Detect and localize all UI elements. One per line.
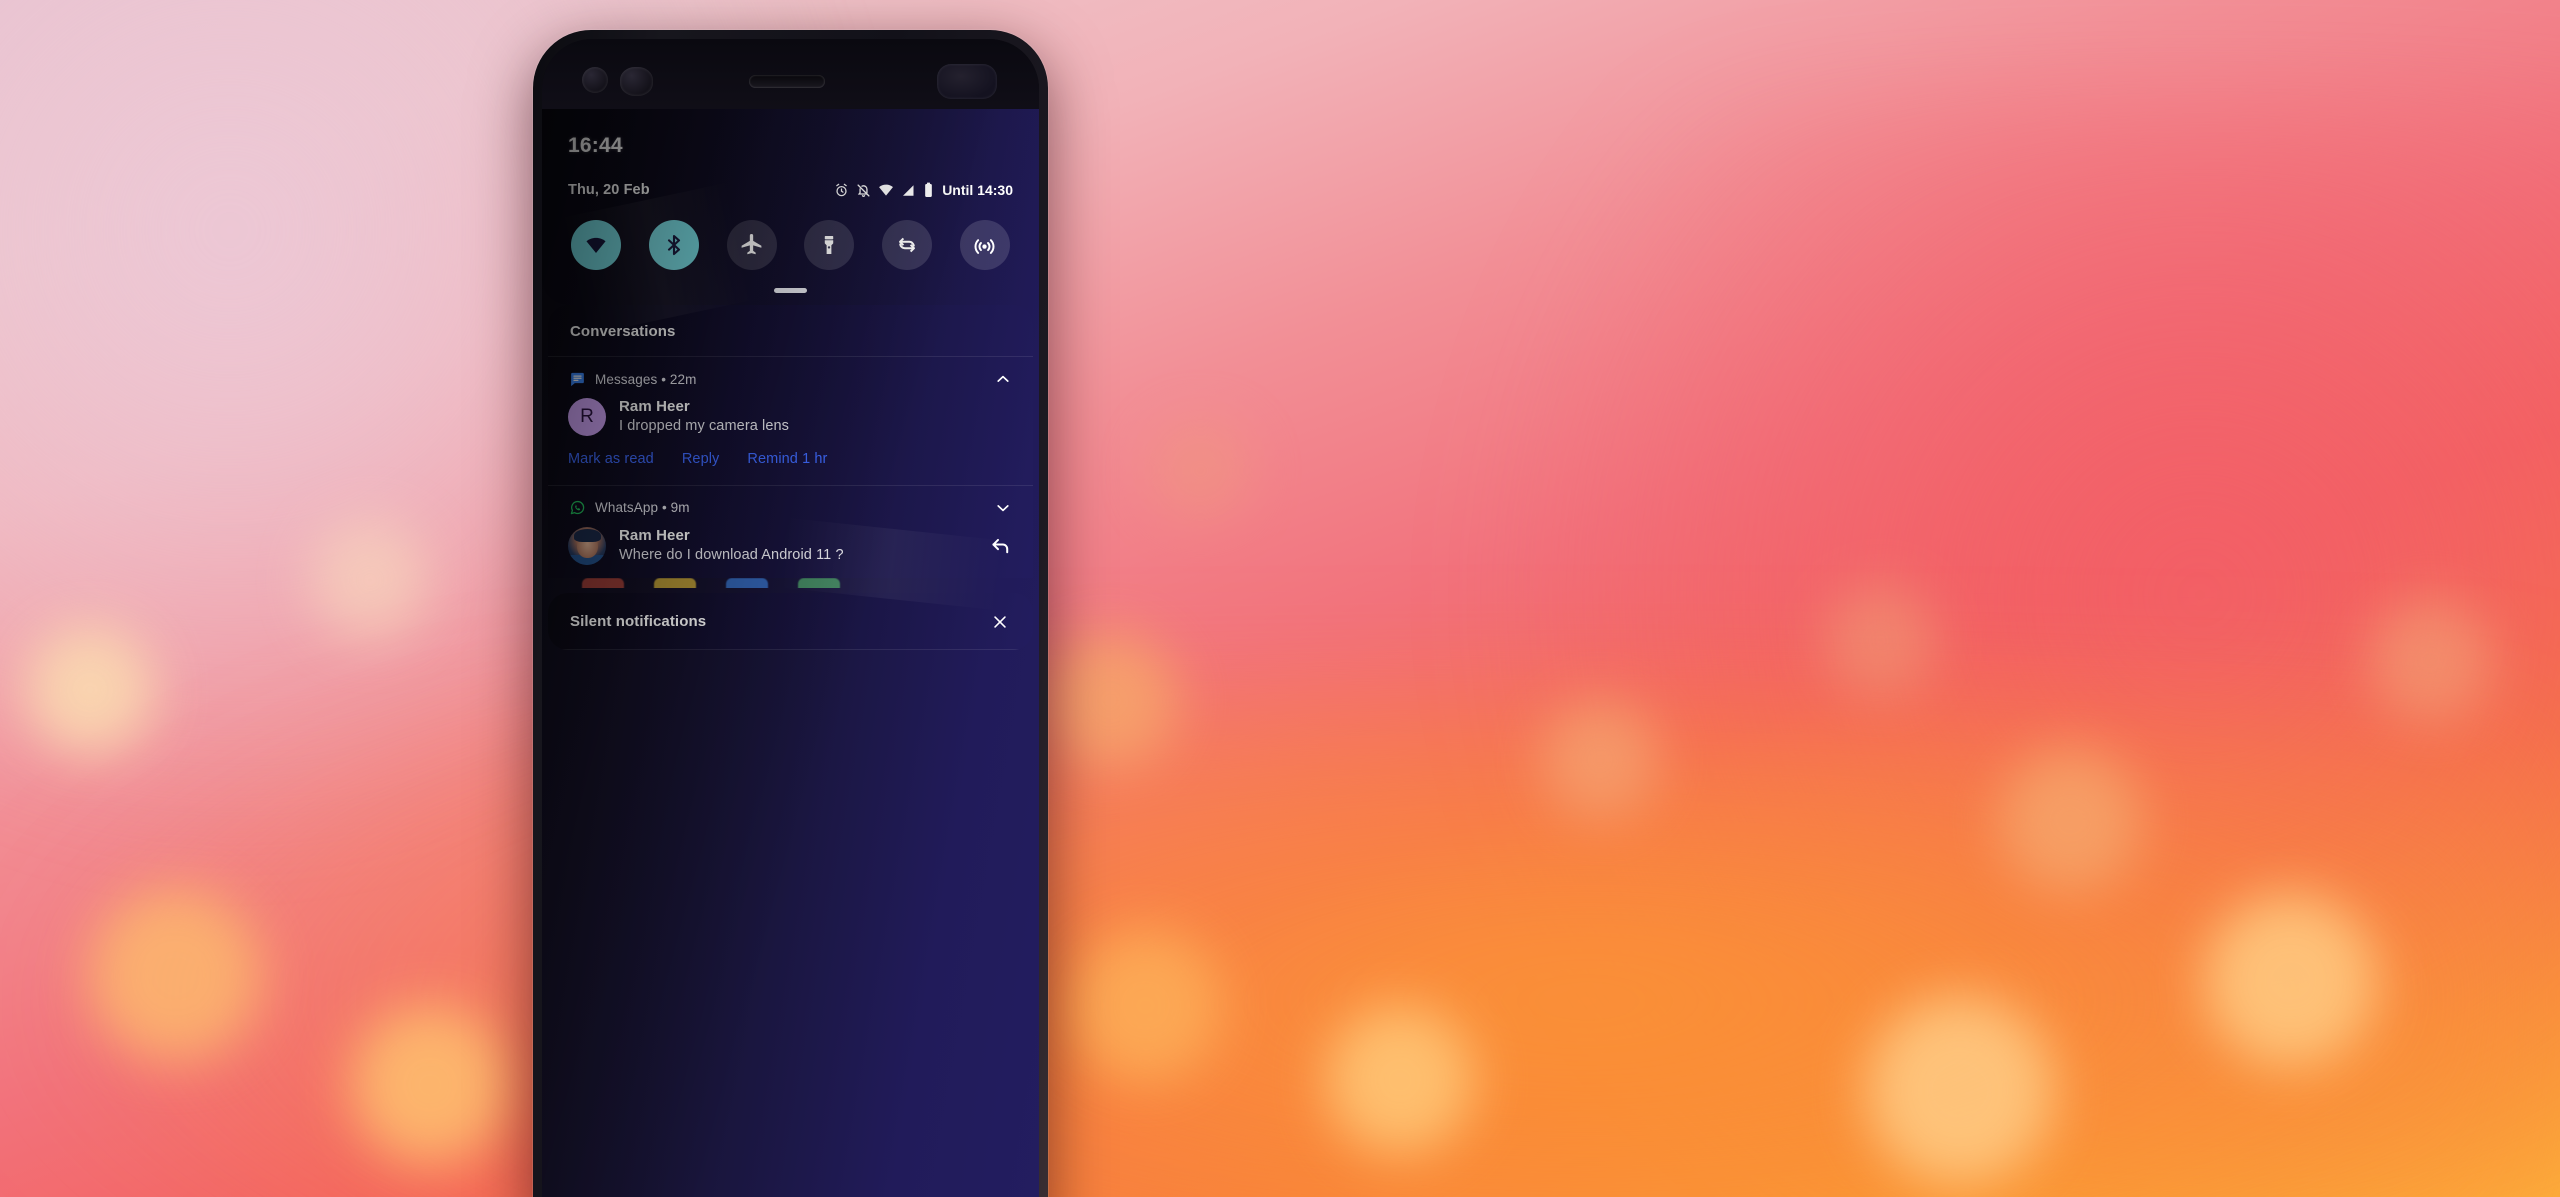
autorotate-icon xyxy=(899,237,916,253)
messages-icon xyxy=(568,370,586,388)
bluetooth-icon xyxy=(667,234,680,256)
silent-notifications-label: Silent notifications xyxy=(570,613,707,631)
wifi-icon xyxy=(586,237,606,254)
messages-body-text: I dropped my camera lens xyxy=(619,418,790,435)
whatsapp-time: 9m xyxy=(670,500,690,516)
remind-action[interactable]: Remind 1 hr xyxy=(747,451,827,467)
card-gap xyxy=(548,588,1033,593)
earpiece-speaker-icon xyxy=(749,75,825,88)
reply-action[interactable]: Reply xyxy=(682,451,720,467)
flashlight-icon xyxy=(825,236,834,254)
background-bottom-wash xyxy=(0,697,2560,1197)
whatsapp-app-label: WhatsApp • 9m xyxy=(595,500,984,515)
whatsapp-text-block: Ram Heer Where do I download Android 11 … xyxy=(619,526,974,566)
status-icon-group: Until 14:30 xyxy=(834,182,1013,198)
whatsapp-app-row: WhatsApp • 9m xyxy=(568,498,1013,518)
wifi-toggle[interactable] xyxy=(571,220,621,270)
avatar-photo-hair xyxy=(574,528,601,542)
alarm-icon xyxy=(834,183,849,198)
status-date: Thu, 20 Feb xyxy=(568,182,650,198)
messages-actions-row: Mark as read Reply Remind 1 hr xyxy=(568,439,1013,475)
peek-app-1 xyxy=(582,577,624,588)
front-camera-icon xyxy=(937,64,997,99)
phone-top-bezel xyxy=(542,39,1039,109)
quick-settings-panel: 16:44 Thu, 20 Feb Until 14:30 xyxy=(542,109,1039,305)
peek-app-3 xyxy=(726,577,768,588)
notification-shade-screen: 16:44 Thu, 20 Feb Until 14:30 Conversati… xyxy=(542,109,1039,1197)
reply-arrow-icon[interactable] xyxy=(987,533,1013,559)
quick-settings-drag-handle[interactable] xyxy=(774,288,807,293)
hotspot-toggle[interactable] xyxy=(959,220,1010,270)
quick-settings-drag-handle-wrap xyxy=(568,288,1013,305)
silent-divider xyxy=(548,648,1033,650)
status-clock: 16:44 xyxy=(568,134,623,157)
messages-app-name: Messages xyxy=(595,371,658,387)
messages-app-label: Messages • 22m xyxy=(595,372,984,387)
whatsapp-content-row: Ram Heer Where do I download Android 11 … xyxy=(568,522,1013,568)
conversations-header-label: Conversations xyxy=(570,323,676,340)
messages-time: 22m xyxy=(669,371,697,387)
status-bar-row: Thu, 20 Feb Until 14:30 xyxy=(568,182,1013,198)
messages-separator: • xyxy=(661,371,667,387)
messages-app-row: Messages • 22m xyxy=(568,369,1013,389)
quick-settings-toggle-row xyxy=(568,220,1013,270)
bell-off-icon xyxy=(856,183,871,198)
autorotate-toggle[interactable] xyxy=(882,220,933,270)
messages-text-block: Ram Heer I dropped my camera lens xyxy=(619,397,1013,437)
whatsapp-separator: • xyxy=(661,500,667,516)
airplane-icon xyxy=(741,233,762,254)
notification-list: Conversations Messages • 22m R Ram Heer … xyxy=(542,305,1039,650)
messages-sender-name: Ram Heer xyxy=(619,398,690,415)
signal-icon xyxy=(901,183,916,198)
chevron-down-icon[interactable] xyxy=(993,498,1013,518)
whatsapp-sender-name: Ram Heer xyxy=(619,526,690,544)
conversations-header: Conversations xyxy=(548,305,1033,356)
chevron-up-icon[interactable] xyxy=(993,369,1013,389)
notification-whatsapp[interactable]: WhatsApp • 9m Ram Heer Where do I downlo… xyxy=(548,486,1033,578)
wifi-icon xyxy=(878,182,894,198)
whatsapp-icon xyxy=(568,499,586,517)
peek-app-4 xyxy=(798,577,840,588)
phone-screen-assembly: 16:44 Thu, 20 Feb Until 14:30 Conversati… xyxy=(542,39,1039,1197)
notification-messages[interactable]: Messages • 22m R Ram Heer I dropped my c… xyxy=(548,357,1033,485)
whatsapp-body-text: Where do I download Android 11 ? xyxy=(619,547,844,564)
close-icon[interactable] xyxy=(989,611,1011,633)
screenshot-scene: 16:44 Thu, 20 Feb Until 14:30 Conversati… xyxy=(0,0,2560,1197)
proximity-sensor-icon xyxy=(582,67,608,93)
silent-notifications-card: Silent notifications xyxy=(548,592,1033,650)
whatsapp-app-name: WhatsApp xyxy=(595,500,659,516)
hotspot-icon xyxy=(975,238,995,254)
avatar: R xyxy=(568,397,606,436)
battery-status-text: Until 14:30 xyxy=(942,182,1013,198)
bluetooth-toggle[interactable] xyxy=(648,220,699,270)
phone-device: 16:44 Thu, 20 Feb Until 14:30 Conversati… xyxy=(533,30,1048,1197)
messages-content-row: R Ram Heer I dropped my camera lens xyxy=(568,393,1013,439)
ambient-light-sensor-icon xyxy=(620,67,653,96)
airplane-toggle[interactable] xyxy=(726,220,777,270)
silent-notifications-header: Silent notifications xyxy=(548,593,1033,649)
battery-icon xyxy=(923,182,934,198)
conversations-card: Conversations Messages • 22m R Ram Heer … xyxy=(548,305,1033,578)
mark-as-read-action[interactable]: Mark as read xyxy=(568,451,654,467)
flashlight-toggle[interactable] xyxy=(804,220,855,270)
avatar xyxy=(568,526,606,565)
silent-peek-icon-strip xyxy=(548,577,1033,588)
avatar-initial: R xyxy=(580,405,594,427)
peek-app-2 xyxy=(654,577,696,588)
